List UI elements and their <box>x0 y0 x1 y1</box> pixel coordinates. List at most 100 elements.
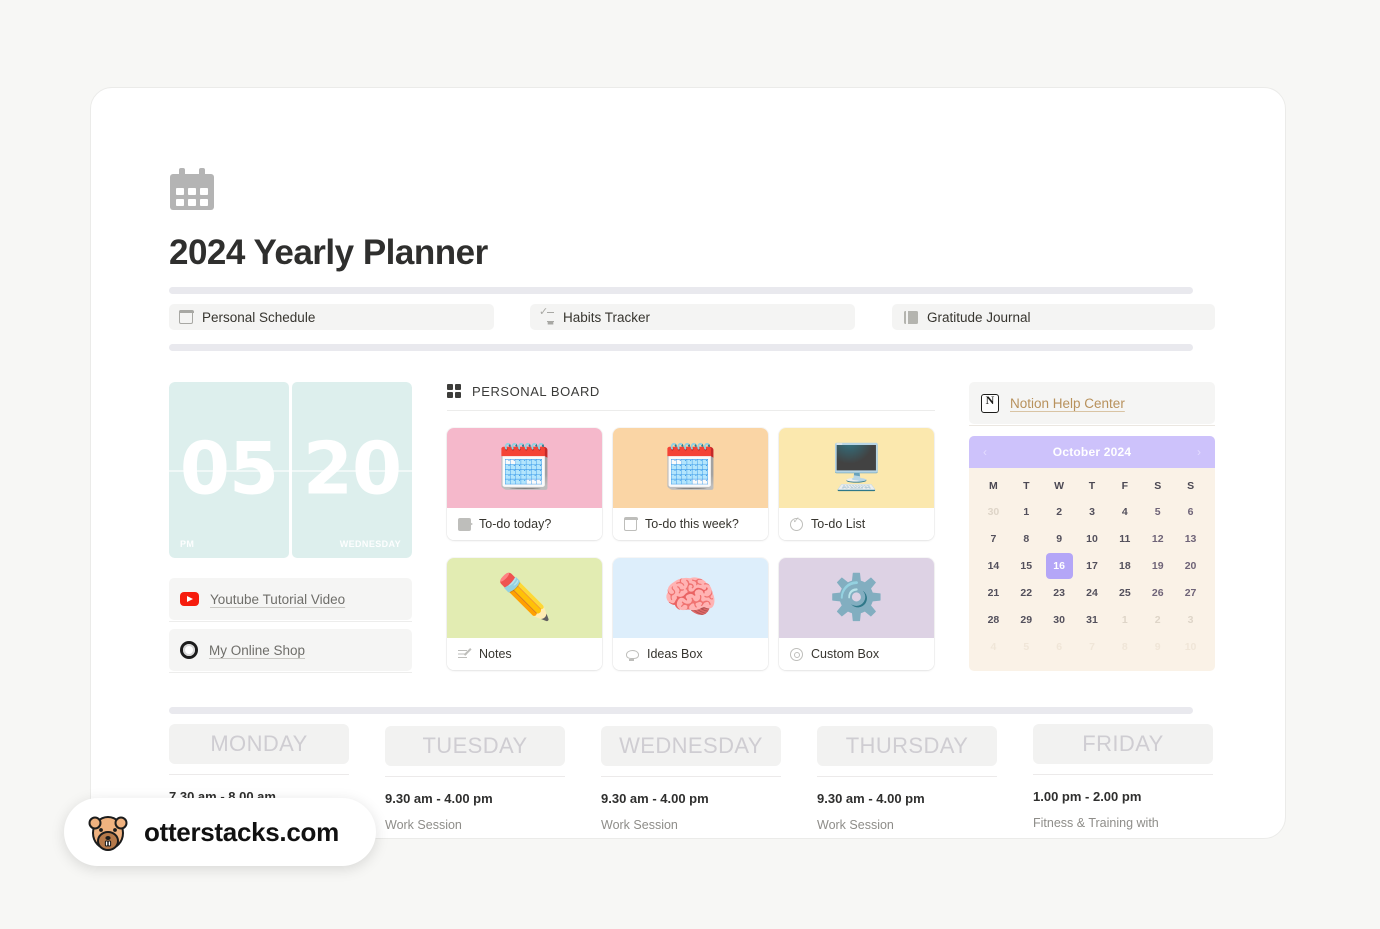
calendar-day[interactable]: 7 <box>977 526 1010 552</box>
event-time: 9.30 am - 4.00 pm <box>601 791 709 806</box>
divider-below-tabs <box>169 344 1193 351</box>
calendar-day[interactable]: 4 <box>1108 499 1141 525</box>
clock-minutes: 20 <box>302 426 402 511</box>
calendar-day[interactable]: 28 <box>977 607 1010 633</box>
calendar-day[interactable]: 26 <box>1141 580 1174 606</box>
tab-habits-tracker[interactable]: Habits Tracker <box>530 304 855 330</box>
tab-label: Habits Tracker <box>563 309 651 325</box>
chevron-right-icon[interactable]: › <box>1197 445 1201 459</box>
card-thumbnail: ⚙️ <box>779 558 934 638</box>
calendar-day[interactable]: 23 <box>1043 580 1076 606</box>
notion-page: 2024 Yearly Planner Personal Schedule Ha… <box>91 88 1285 838</box>
divider <box>601 776 781 777</box>
calendar-day[interactable]: 30 <box>1043 607 1076 633</box>
link-youtube-tutorial[interactable]: Youtube Tutorial Video <box>169 578 412 620</box>
divider <box>169 621 412 622</box>
calendar-day[interactable]: 21 <box>977 580 1010 606</box>
calendar-day[interactable]: 29 <box>1010 607 1043 633</box>
calendar-month-label: October 2024 <box>1052 445 1132 459</box>
calendar-day[interactable]: 2 <box>1043 499 1076 525</box>
calendar-day[interactable]: 15 <box>1010 553 1043 579</box>
calendar-day[interactable]: 6 <box>1043 634 1076 660</box>
calendar-day[interactable]: 1 <box>1010 499 1043 525</box>
calendar-day[interactable]: 25 <box>1108 580 1141 606</box>
calendar-day[interactable]: 5 <box>1141 499 1174 525</box>
page-title: 2024 Yearly Planner <box>169 233 488 272</box>
calendar-day[interactable]: 4 <box>977 634 1010 660</box>
card-thumbnail: 🧠 <box>613 558 768 638</box>
calendar-dow-3: T <box>1088 480 1096 492</box>
weekday-column-thursday: THURSDAY 9.30 am - 4.00 pm Work Session <box>817 724 997 832</box>
calendar-day[interactable]: 14 <box>977 553 1010 579</box>
event-desc: Fitness & Training with <box>1033 816 1159 830</box>
flip-clock-hours: 05 PM <box>169 382 289 558</box>
calendar-day[interactable]: 8 <box>1108 634 1141 660</box>
mini-calendar: ‹ October 2024 › M T W T F S S 30 1 2 3 4 5 6 7 8 9 10 11 1… <box>969 436 1215 671</box>
calendar-day[interactable]: 10 <box>1174 634 1207 660</box>
shop-icon <box>180 641 198 659</box>
calendar-day[interactable]: 27 <box>1174 580 1207 606</box>
calendar-day[interactable]: 8 <box>1010 526 1043 552</box>
weekday-column-tuesday: TUESDAY 9.30 am - 4.00 pm Work Session <box>385 724 565 832</box>
link-notion-help-center[interactable]: Notion Help Center <box>969 382 1215 424</box>
tab-personal-schedule[interactable]: Personal Schedule <box>169 304 494 330</box>
calendar-day[interactable]: 1 <box>1108 607 1141 633</box>
calendar-day[interactable]: 7 <box>1076 634 1109 660</box>
weekday-label: TUESDAY <box>385 726 565 766</box>
board-card-notes[interactable]: ✏️ Notes <box>447 558 602 670</box>
notion-icon <box>981 393 999 413</box>
link-my-online-shop[interactable]: My Online Shop <box>169 629 412 671</box>
calendar-icon <box>623 517 638 531</box>
calendar-day[interactable]: 20 <box>1174 553 1207 579</box>
calendar-icon <box>178 309 194 324</box>
tab-gratitude-journal[interactable]: Gratitude Journal <box>892 304 1215 330</box>
calendar-day[interactable]: 19 <box>1141 553 1174 579</box>
calendar-dow-6: S <box>1187 480 1195 492</box>
calendar-day[interactable]: 18 <box>1108 553 1141 579</box>
calendar-day[interactable]: 9 <box>1043 526 1076 552</box>
watermark-text: otterstacks.com <box>144 816 339 847</box>
calendar-day[interactable]: 2 <box>1141 607 1174 633</box>
calendar-day[interactable]: 12 <box>1141 526 1174 552</box>
board-card-todo-this-week[interactable]: 🗓️ To-do this week? <box>613 428 768 540</box>
otter-logo <box>86 810 130 854</box>
tab-label: Gratitude Journal <box>927 309 1031 325</box>
card-label: Notes <box>479 647 512 661</box>
card-caption: To-do List <box>779 508 934 540</box>
weekday-label: MONDAY <box>169 724 349 764</box>
calendar-day[interactable]: 10 <box>1076 526 1109 552</box>
calendar-day[interactable]: 3 <box>1076 499 1109 525</box>
calendar-day[interactable]: 22 <box>1010 580 1043 606</box>
calendar-day[interactable]: 30 <box>977 499 1010 525</box>
card-thumbnail: 🗓️ <box>447 428 602 508</box>
app-window: 2024 Yearly Planner Personal Schedule Ha… <box>90 87 1286 839</box>
clock-weekday: WEDNESDAY <box>339 539 401 549</box>
card-caption: To-do this week? <box>613 508 768 540</box>
card-thumbnail: 🖥️ <box>779 428 934 508</box>
chevron-left-icon[interactable]: ‹ <box>983 445 987 459</box>
card-caption: Notes <box>447 638 602 670</box>
calendar-day[interactable]: 6 <box>1174 499 1207 525</box>
calendar-day-today[interactable]: 16 <box>1045 553 1073 579</box>
board-card-ideas-box[interactable]: 🧠 Ideas Box <box>613 558 768 670</box>
board-card-todo-today[interactable]: 🗓️ To-do today? <box>447 428 602 540</box>
notes-icon <box>458 648 471 661</box>
calendar-day[interactable]: 9 <box>1141 634 1174 660</box>
tab-label: Personal Schedule <box>202 309 316 325</box>
flip-clock-minutes: 20 WEDNESDAY <box>292 382 412 558</box>
calendar-day[interactable]: 11 <box>1108 526 1141 552</box>
divider <box>447 410 935 411</box>
calendar-day[interactable]: 31 <box>1076 607 1109 633</box>
gear-icon <box>790 647 803 661</box>
checklist-icon <box>539 305 554 324</box>
board-card-todo-list[interactable]: 🖥️ To-do List <box>779 428 934 540</box>
board-card-custom-box[interactable]: ⚙️ Custom Box <box>779 558 934 670</box>
board-header: PERSONAL BOARD <box>447 384 600 399</box>
clock-hours: 05 <box>179 426 279 511</box>
calendar-day[interactable]: 24 <box>1076 580 1109 606</box>
calendar-day[interactable]: 17 <box>1076 553 1109 579</box>
calendar-day[interactable]: 5 <box>1010 634 1043 660</box>
calendar-day[interactable]: 3 <box>1174 607 1207 633</box>
calendar-day[interactable]: 13 <box>1174 526 1207 552</box>
calendar-icon <box>170 168 218 216</box>
